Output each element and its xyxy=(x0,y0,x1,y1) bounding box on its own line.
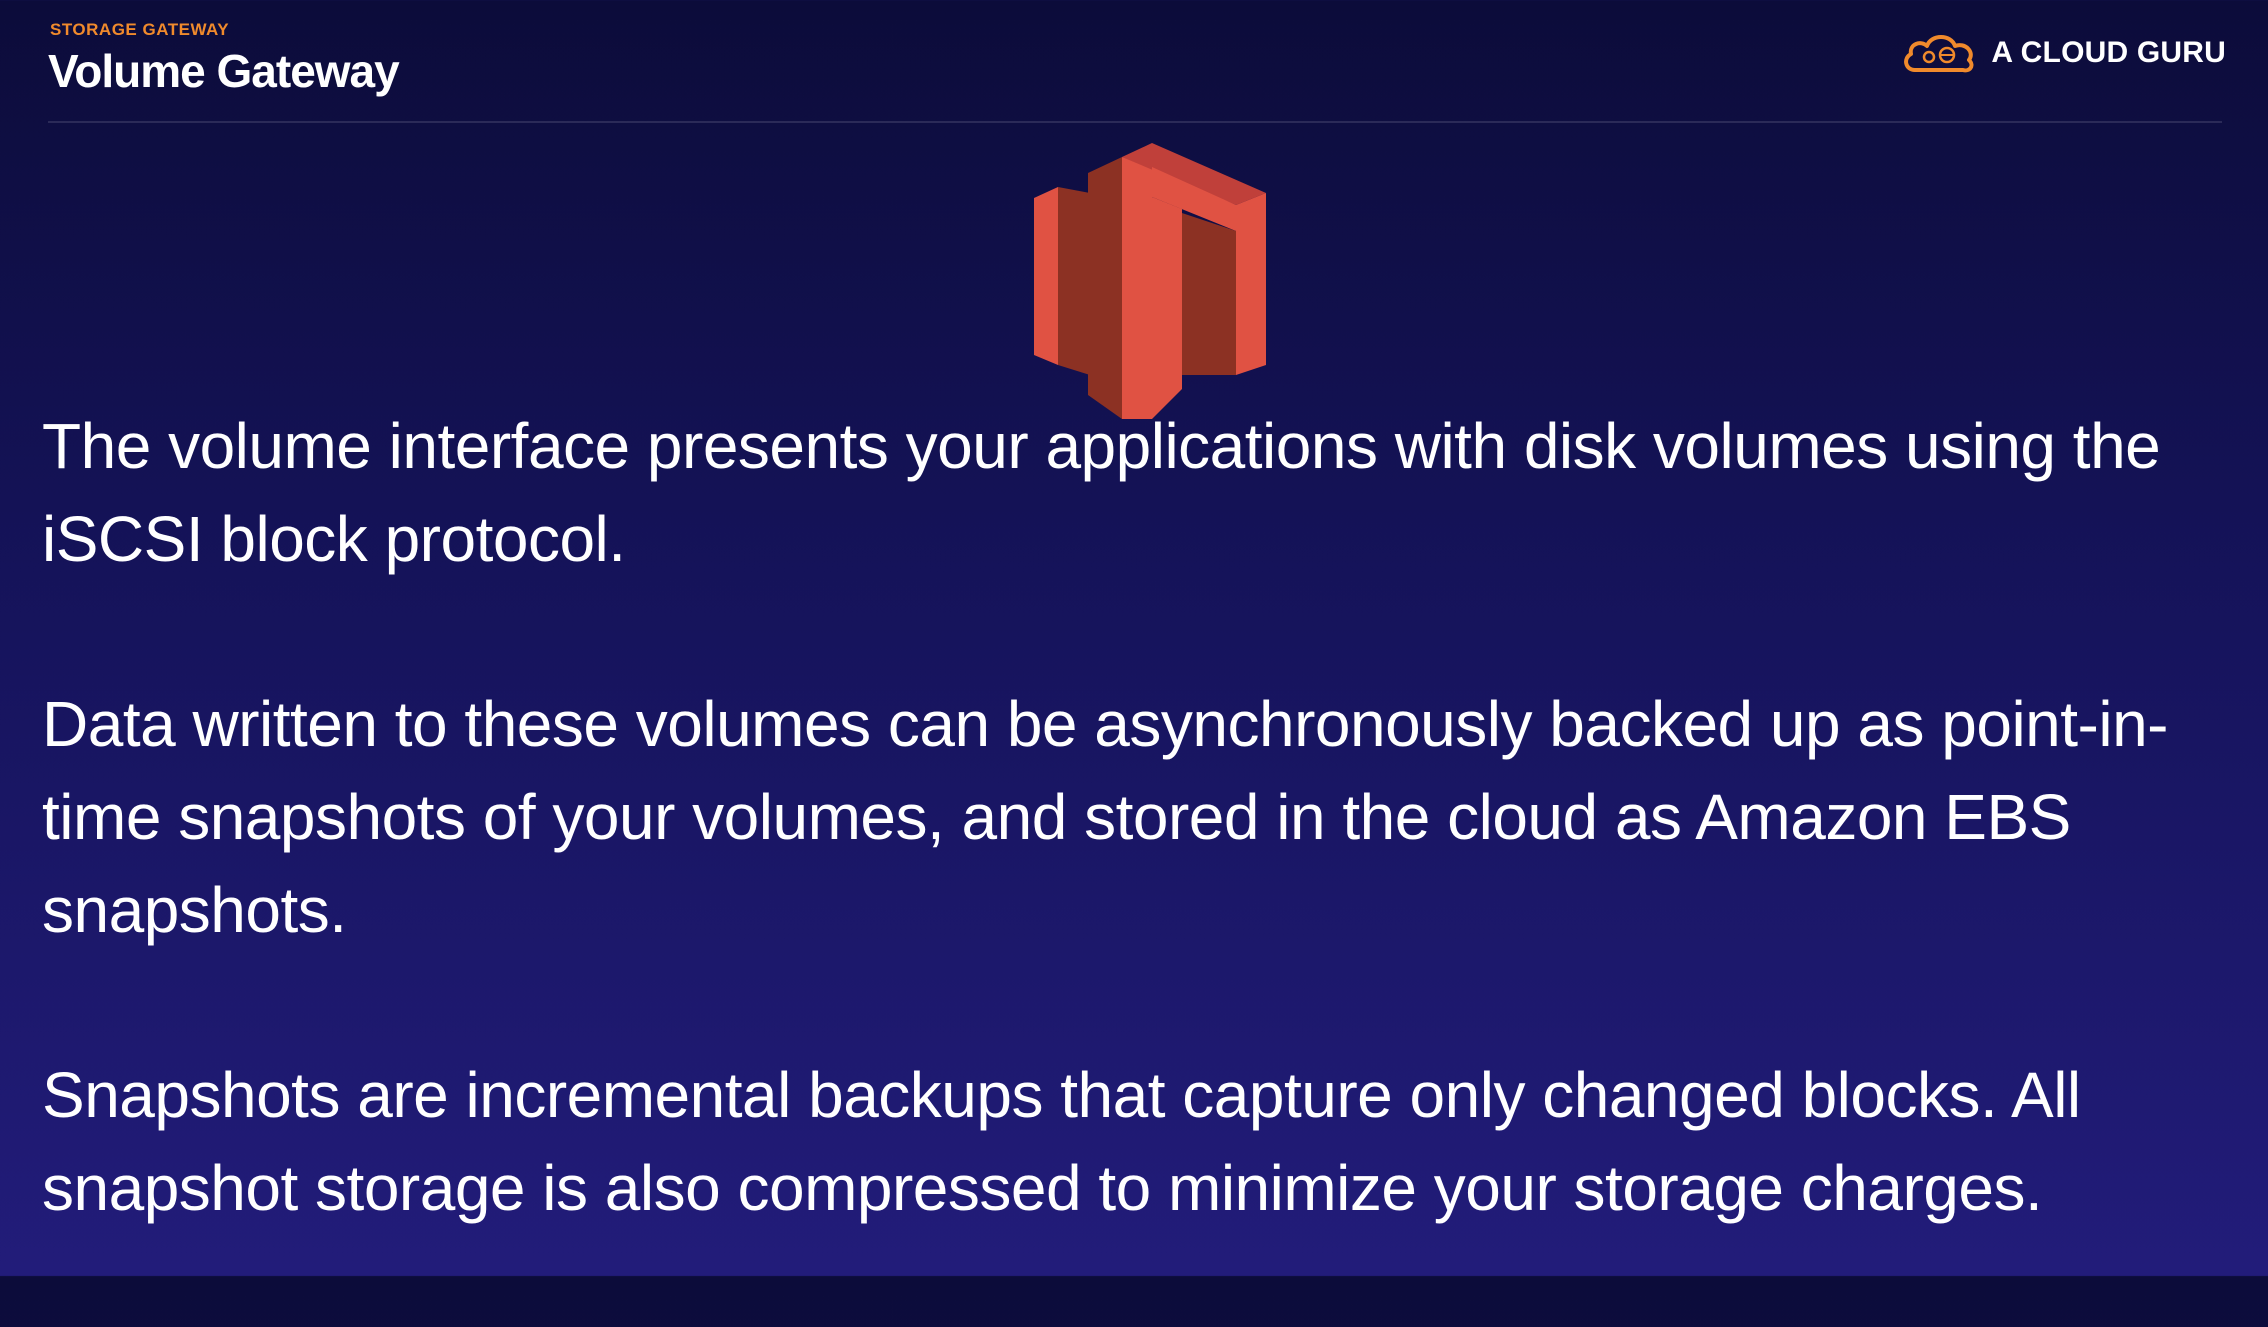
slide: STORAGE GATEWAY Volume Gateway A CLOUD G… xyxy=(0,0,2268,1276)
brand: A CLOUD GURU xyxy=(1901,30,2226,76)
paragraph-snapshots-backup: Data written to these volumes can be asy… xyxy=(42,688,2168,946)
storage-gateway-icon xyxy=(1032,143,1272,419)
slide-kicker: STORAGE GATEWAY xyxy=(50,20,230,39)
brand-name: A CLOUD GURU xyxy=(1991,36,2226,69)
paragraph-incremental-backups: Snapshots are incremental backups that c… xyxy=(42,1059,2081,1224)
slide-title: Volume Gateway xyxy=(48,45,400,97)
body-text: The volume interface presents your appli… xyxy=(42,400,2242,1327)
paragraph-volume-interface: The volume interface presents your appli… xyxy=(42,410,2161,575)
cloud-guru-logo-icon xyxy=(1901,30,1977,76)
header-divider xyxy=(48,121,2222,123)
